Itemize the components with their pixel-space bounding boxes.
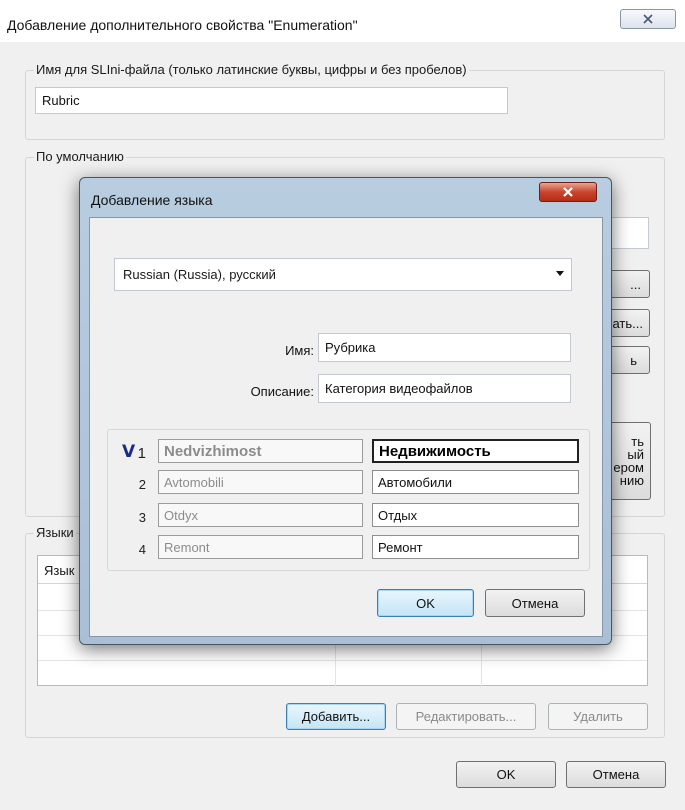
edit-language-button[interactable]: Редактировать... <box>396 703 536 730</box>
outer-close-button[interactable] <box>620 9 676 29</box>
close-icon <box>643 14 653 24</box>
add-language-button[interactable]: Добавить... <box>286 703 386 730</box>
row-number: 2 <box>138 477 146 492</box>
default-legend: По умолчанию <box>34 149 126 164</box>
sli-name-input[interactable]: Rubric <box>35 87 508 114</box>
language-select-value: Russian (Russia), русский <box>123 267 276 282</box>
row-number: 3 <box>138 510 146 525</box>
language-select[interactable]: Russian (Russia), русский <box>114 258 572 291</box>
add-language-title: Добавление языка <box>91 192 213 208</box>
sli-name-legend: Имя для SLIni-файла (только латинские бу… <box>34 62 469 77</box>
delete-language-button[interactable]: Удалить <box>548 703 648 730</box>
inner-close-button[interactable] <box>539 182 597 202</box>
default-delete-label: ь <box>630 352 637 368</box>
value-translation[interactable]: Недвижимость <box>372 439 579 463</box>
description-input[interactable]: Категория видеофайлов <box>318 374 571 403</box>
default-sort-label: ть ый ером нию <box>613 434 644 488</box>
value-translation[interactable]: Автомобили <box>372 470 579 494</box>
enumeration-values-box: V 1 Nedvizhimost Недвижимость 2 Avtomobi… <box>107 429 590 571</box>
add-language-client: Russian (Russia), русский Имя: Рубрика О… <box>89 217 603 637</box>
value-source: Otdyx <box>158 503 363 527</box>
grid-line <box>38 660 647 661</box>
outer-titlebar: Добавление дополнительного свойства "Enu… <box>0 0 685 42</box>
inner-cancel-button[interactable]: Отмена <box>485 589 585 617</box>
value-source: Avtomobili <box>158 470 363 494</box>
description-label: Описание: <box>250 384 314 399</box>
value-translation[interactable]: Ремонт <box>372 535 579 559</box>
outer-cancel-button[interactable]: Отмена <box>566 761 666 788</box>
languages-legend: Языки <box>34 525 76 540</box>
default-edit-label: ать... <box>612 315 643 331</box>
languages-column-header[interactable]: Язык <box>44 563 74 578</box>
chevron-down-icon <box>556 271 564 276</box>
name-input[interactable]: Рубрика <box>318 333 571 362</box>
close-icon <box>563 187 573 197</box>
inner-ok-button[interactable]: OK <box>377 589 474 617</box>
default-browse-label: ... <box>630 276 641 292</box>
name-label: Имя: <box>285 343 314 358</box>
value-translation[interactable]: Отдых <box>372 503 579 527</box>
outer-ok-button[interactable]: OK <box>456 761 556 788</box>
value-source: Nedvizhimost <box>158 439 363 463</box>
add-language-dialog: Добавление языка Russian (Russia), русск… <box>79 177 612 645</box>
row-number: 4 <box>138 542 146 557</box>
value-source: Remont <box>158 535 363 559</box>
row-number: 1 <box>137 445 146 462</box>
outer-title: Добавление дополнительного свойства "Enu… <box>7 17 358 33</box>
